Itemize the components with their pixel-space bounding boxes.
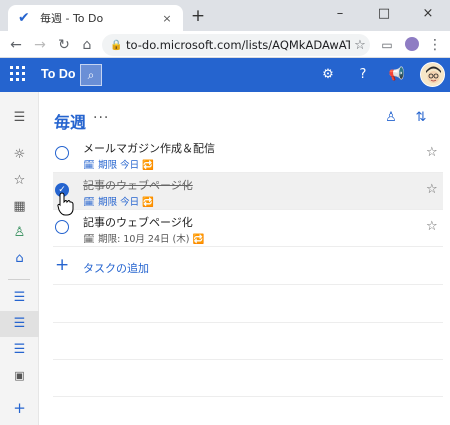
address-bar[interactable]: 🔒 to-do.microsoft.com/lists/AQMkADAwATM3… [102, 34, 370, 56]
sidebar-group-icon[interactable]: ▣ [0, 363, 39, 389]
reload-icon[interactable]: ↻ [53, 34, 75, 56]
empty-row-divider [53, 396, 443, 397]
add-task-row[interactable]: + タスクの追加 [53, 248, 443, 285]
extension-icon[interactable] [405, 37, 419, 51]
sidebar-list-icon[interactable]: ☰ [0, 337, 39, 363]
hand-cursor-icon [57, 192, 74, 216]
empty-row-divider [53, 359, 443, 360]
sidebar-new-list-plus-icon[interactable]: + [0, 395, 39, 421]
new-tab-button[interactable]: + [188, 6, 208, 26]
task-importance-star-icon[interactable]: ☆ [426, 219, 438, 234]
app-launcher-icon[interactable] [10, 66, 26, 82]
task-item[interactable]: ✓ 記事のウェブページ化 🗓 期限 今日 🔁 ☆ [53, 173, 443, 210]
task-due-meta: 🗓 期限 今日 🔁 [83, 197, 154, 208]
sidebar-my-day-sun-icon[interactable]: ☼ [0, 142, 39, 168]
menu-dots-icon[interactable]: ⋮ [424, 34, 446, 56]
task-complete-circle[interactable] [55, 146, 69, 160]
home-icon[interactable]: ⌂ [76, 34, 98, 56]
add-task-plus-icon[interactable]: + [55, 255, 69, 275]
task-title[interactable]: 記事のウェブページ化 [83, 177, 193, 193]
help-icon[interactable]: ? [352, 64, 374, 86]
close-window-button[interactable]: × [406, 0, 450, 31]
browser-toolbar: ← → ↻ ⌂ 🔒 to-do.microsoft.com/lists/AQMk… [0, 31, 450, 58]
maximize-button[interactable]: □ [362, 0, 406, 31]
task-due-meta: 🗓 期限 今日 🔁 [83, 160, 154, 171]
sort-icon[interactable]: ⇅ [411, 108, 431, 128]
sidebar-tasks-home-icon[interactable]: ⌂ [0, 246, 39, 272]
task-item[interactable]: メールマガジン作成＆配信 🗓 期限 今日 🔁 ☆ [53, 136, 443, 173]
task-importance-star-icon[interactable]: ☆ [426, 182, 438, 197]
empty-row-divider [53, 322, 443, 323]
whats-new-megaphone-icon[interactable]: 📢 [386, 64, 408, 86]
sidebar-list-weekly-icon[interactable]: ☰ [0, 311, 39, 337]
sidebar-important-star-icon[interactable]: ☆ [0, 168, 39, 194]
forward-icon[interactable]: → [29, 34, 51, 56]
list-title[interactable]: 毎週 [54, 109, 86, 133]
tab-close-icon[interactable]: × [159, 12, 175, 25]
task-due-meta: 🗓 期限: 10月 24日 (木) 🔁 [83, 234, 205, 245]
task-importance-star-icon[interactable]: ☆ [426, 145, 438, 160]
app-brand[interactable]: To Do [41, 67, 75, 81]
task-title[interactable]: 記事のウェブページ化 [83, 214, 193, 230]
address-url[interactable]: to-do.microsoft.com/lists/AQMkADAwATM3Z.… [126, 38, 350, 52]
list-options-more-icon[interactable]: ··· [93, 110, 109, 126]
sidebar-divider [8, 279, 30, 280]
sidebar-planned-calendar-icon[interactable]: ▦ [0, 194, 39, 220]
sidebar-toggle-hamburger-icon[interactable]: ☰ [0, 105, 39, 131]
browser-tab[interactable]: ✔ 毎週 - To Do × [8, 5, 183, 31]
cast-icon[interactable]: ▭ [376, 34, 398, 56]
browser-titlebar: ✔ 毎週 - To Do × + – □ × [0, 0, 450, 31]
user-avatar[interactable] [420, 62, 445, 87]
search-icon[interactable]: ⌕ [80, 64, 102, 86]
back-icon[interactable]: ← [5, 34, 27, 56]
settings-gear-icon[interactable]: ⚙ [317, 64, 339, 86]
add-task-label[interactable]: タスクの追加 [83, 260, 149, 276]
lock-icon: 🔒 [110, 39, 123, 51]
minimize-button[interactable]: – [318, 0, 362, 31]
bookmark-star-icon[interactable]: ☆ [350, 38, 370, 53]
todo-favicon-icon: ✔ [18, 10, 30, 26]
share-list-person-icon[interactable]: ♙ [381, 108, 401, 128]
sidebar: ☰ ☼ ☆ ▦ ♙ ⌂ ☰ ☰ ☰ ▣ + [0, 92, 39, 425]
task-complete-circle[interactable] [55, 220, 69, 234]
task-item[interactable]: 記事のウェブページ化 🗓 期限: 10月 24日 (木) 🔁 ☆ [53, 210, 443, 247]
sidebar-assigned-person-icon[interactable]: ♙ [0, 220, 39, 246]
sidebar-list-icon[interactable]: ☰ [0, 285, 39, 311]
todo-app-bar: To Do ⌕ ⚙ ? 📢 [0, 58, 450, 92]
task-list-pane: 毎週 ··· ♙ ⇅ メールマガジン作成＆配信 🗓 期限 今日 🔁 ☆ ✓ 記事… [40, 92, 450, 425]
task-title[interactable]: メールマガジン作成＆配信 [83, 140, 215, 156]
tab-title: 毎週 - To Do [40, 12, 104, 25]
